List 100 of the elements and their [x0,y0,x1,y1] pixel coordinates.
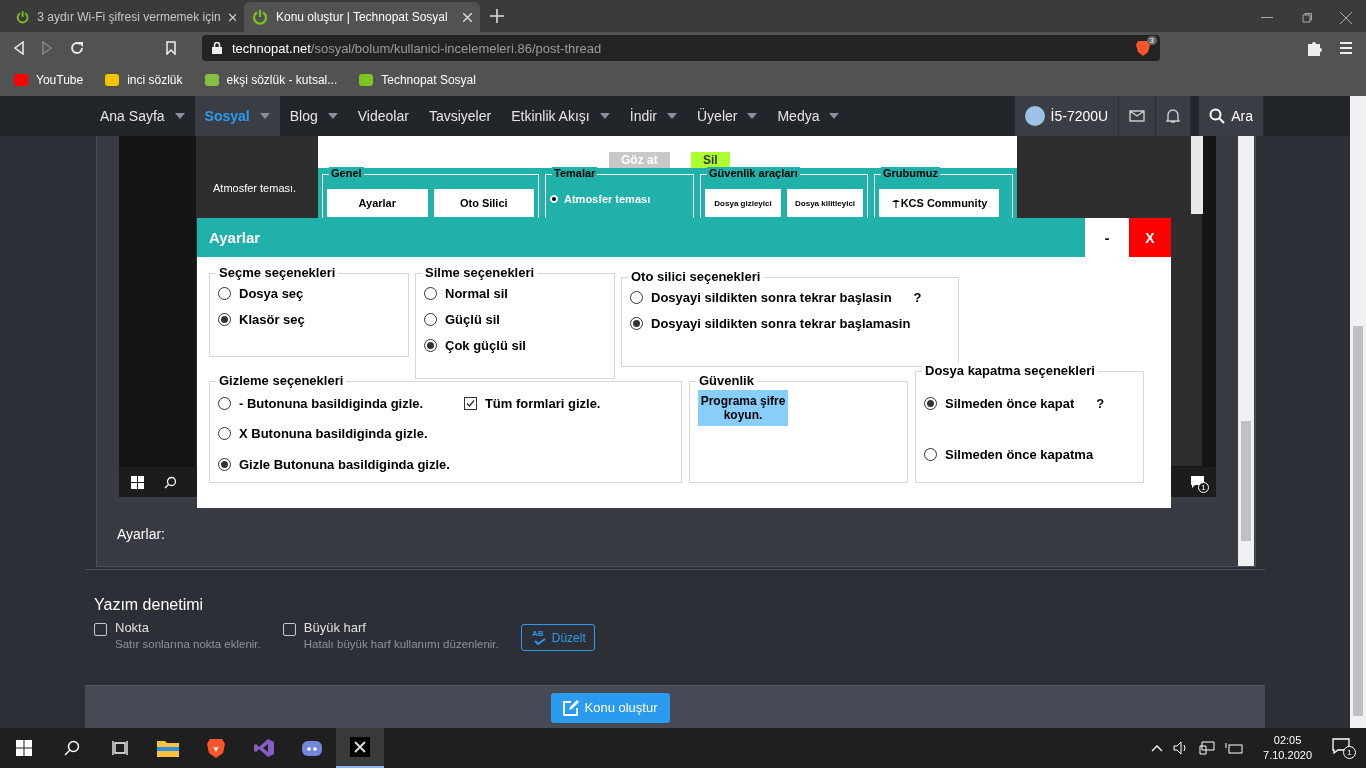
group-title: Oto silici seçenekleri [628,269,764,284]
bookmark[interactable]: inci sözlük [105,73,183,87]
bookmark[interactable]: Technopat Sosyal [359,73,476,87]
close-icon[interactable] [1340,12,1352,24]
puzzle-icon[interactable] [1306,40,1322,56]
nav-item[interactable]: Sosyal [194,96,280,136]
caret-icon [259,113,270,119]
group-title: Grubumuz [881,167,941,179]
caret-icon [327,113,338,119]
option-hint: Satır sonlarına nokta eklenir. [115,638,261,650]
editor-area[interactable] [96,136,1256,567]
radio-label: Dosya seç [239,286,304,301]
group-title: Temalar [552,167,598,179]
nav-item[interactable]: Ana Sayfa [90,96,195,136]
help-mark[interactable]: ? [1096,396,1105,412]
power-icon [16,9,30,25]
group-title: Gizleme seçenekleri [216,373,347,388]
nav-item[interactable]: Medya [767,96,850,136]
app-button[interactable]: Sil [691,152,730,168]
power-icon [252,9,268,25]
editor-text: Ayarlar: [117,526,165,542]
lock-icon [212,42,222,54]
back-icon[interactable] [14,41,24,55]
radio-label: Silmeden önce kapatma [945,446,1094,462]
browser-tab[interactable]: Konu oluştur | Technopat Sosyal [244,2,480,32]
scrollbar[interactable] [1191,136,1203,214]
envelope-icon [1129,110,1146,122]
reload-icon[interactable] [70,41,84,55]
shield-count: 3 [1146,36,1157,45]
caret-icon [667,113,677,119]
radio-label: - Butonuna basildiginda gizle. [239,396,424,412]
caret-up-icon[interactable] [1151,744,1164,752]
network-icon[interactable] [1199,741,1216,755]
scrollbar[interactable] [1350,96,1366,728]
caret-icon [599,113,610,119]
app-label: Atmosfer teması. [213,182,297,194]
restore-icon[interactable] [1301,12,1312,24]
checkbox-label: Nokta [115,620,150,635]
app-button[interactable]: Ayarlar [327,189,428,217]
app-button[interactable]: KCS Community [879,189,1000,217]
group-title: Güvenlik [696,373,757,388]
option-hint: Hatalı büyük harf kullanımı düzenlenir. [303,638,499,650]
group-title: Genel [329,167,364,179]
checkbox[interactable] [463,397,477,411]
taskbar-app[interactable] [336,728,384,768]
chat-bubble-icon [301,739,323,757]
caret-icon [829,113,840,119]
help-mark[interactable]: ? [913,290,922,305]
radio-label: Dosyayi sildikten sonra tekrar başlamasin [651,316,911,331]
bookmark-icon[interactable] [166,41,176,55]
group-title: Güvenlik araçları [707,167,800,179]
group-title: Seçme seçenekleri [216,265,339,280]
close-button[interactable]: X [1129,218,1171,257]
app-button[interactable]: Dosya gizleyici [705,189,782,217]
radio-label: Silmeden önce kapat [945,396,1075,412]
radio-label: X Butonuna basildiginda gizle. [239,426,428,442]
scrollbar[interactable] [1238,136,1254,566]
notification-icon [1191,476,1204,488]
nav-item[interactable]: Tavsiyeler [418,96,502,136]
notification-icon [1332,737,1350,754]
task-view-icon [112,740,128,756]
radio-label: Dosyayi sildikten sonra tekrar başlasin [651,290,892,305]
folder-icon [157,739,179,757]
minimize-icon[interactable] [1261,17,1273,19]
new-tab-icon[interactable] [490,9,504,23]
radio-label: Klasör seç [239,312,305,327]
nav-item[interactable]: Etkinlik Akışı [501,96,620,136]
windows-icon [16,740,32,756]
clock[interactable]: 02:05 7.10.2020 [1263,733,1312,763]
notification-button[interactable]: 1 [1332,737,1356,759]
bell-icon [1166,108,1181,124]
nav-item[interactable]: Videolar [347,96,419,136]
search-icon [164,475,177,489]
browser-tab[interactable]: 3 aydır Wi-Fi şifresi vermemek için [8,2,244,32]
url-text: technopat.net/sosyal/bolum/kullanici-incelemeleri.86/post-thread [232,40,602,56]
windows-icon [131,475,144,489]
nav-item[interactable]: Blog [279,96,348,136]
app-button[interactable]: Dosya kilitleyici [787,189,864,217]
search-icon [1209,108,1226,124]
address-bar[interactable]: technopat.net/sosyal/bolum/kullanici-incelemeleri.86/post-thread 3 [202,35,1160,61]
nav-item[interactable]: İndir [619,96,687,136]
group-title: Silme seçenekleri [422,265,538,280]
dialog-title: Ayarlar [197,218,1085,257]
fix-button[interactable]: AB Düzelt [520,624,595,651]
battery-icon[interactable] [1225,742,1244,754]
bookmark[interactable]: ekşi sözlük - kutsal... [204,73,338,87]
app-button[interactable]: Oto Silici [433,189,534,217]
bookmark[interactable]: YouTube [14,73,84,87]
menu-icon[interactable] [1340,42,1352,54]
tree-icon [890,198,901,208]
nav-item[interactable]: Üyeler [687,96,768,136]
search-icon [64,740,80,756]
checkbox-label: Büyük harf [303,620,367,635]
avatar-icon [1024,106,1045,126]
section-title: Yazım denetimi [94,596,205,614]
password-button[interactable]: Programa şifre koyun. [698,390,788,426]
radio-label: Güçlü sil [445,312,500,327]
radio-label: Normal sil [445,286,508,301]
caret-icon [747,113,758,119]
notification-count: 1 [1198,482,1209,493]
